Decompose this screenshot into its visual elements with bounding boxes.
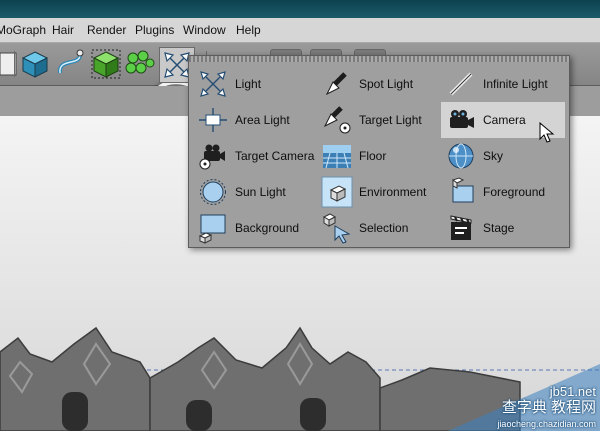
document-icon[interactable]	[0, 47, 20, 81]
palette-item-foreground[interactable]: Foreground	[441, 174, 565, 210]
area-light-icon	[197, 104, 229, 136]
palette-item-label: Sky	[483, 149, 504, 163]
selection-icon	[321, 212, 353, 244]
menu-mograph[interactable]: MoGraph	[0, 23, 46, 37]
palette-item-label: Target Camera	[235, 149, 315, 163]
watermark-text: 查字典 教程网	[501, 399, 596, 416]
palette-item-stage[interactable]: Stage	[441, 210, 565, 246]
target-light-icon	[321, 104, 353, 136]
menu-render[interactable]: Render	[87, 23, 126, 37]
foreground-icon	[445, 176, 477, 208]
palette-item-floor[interactable]: Floor	[317, 138, 441, 174]
palette-item-label: Floor	[359, 149, 387, 163]
spot-light-icon	[321, 68, 353, 100]
palette-item-spot-light[interactable]: Spot Light	[317, 66, 441, 102]
target-camera-icon	[197, 140, 229, 172]
palette-item-label: Stage	[483, 221, 515, 235]
watermark-text: jiaocheng.chazidian.com	[497, 419, 596, 429]
spline-icon[interactable]	[54, 47, 88, 81]
light-icon	[197, 68, 229, 100]
sky-icon	[445, 140, 477, 172]
palette-item-environment[interactable]: Environment	[317, 174, 441, 210]
scene-objects-palette: Light Spot Light Infinite Light Area Lig…	[188, 55, 570, 248]
menu-plugins[interactable]: Plugins	[135, 23, 174, 37]
menu-bar: MoGraph Hair Render Plugins Window Help	[0, 18, 600, 43]
palette-item-background[interactable]: Background	[193, 210, 317, 246]
menu-window[interactable]: Window	[183, 23, 226, 37]
palette-item-selection[interactable]: Selection	[317, 210, 441, 246]
palette-item-label: Background	[235, 221, 300, 235]
palette-item-label: Foreground	[483, 185, 546, 199]
palette-item-infinite-light[interactable]: Infinite Light	[441, 66, 565, 102]
floor-icon	[321, 140, 353, 172]
palette-item-target-camera[interactable]: Target Camera	[193, 138, 317, 174]
nurbs-icon[interactable]	[89, 47, 123, 81]
window-title-bar	[0, 0, 600, 18]
site-watermark: jb51.net 查字典 教程网 jiaocheng.chazidian.com	[466, 384, 596, 429]
mouse-cursor-icon	[539, 121, 555, 144]
palette-item-label: Camera	[483, 113, 526, 127]
palette-item-light[interactable]: Light	[193, 66, 317, 102]
palette-item-sun-light[interactable]: Sun Light	[193, 174, 317, 210]
menu-hair[interactable]: Hair	[52, 23, 74, 37]
palette-item-label: Sun Light	[235, 185, 286, 199]
environment-icon	[321, 176, 353, 208]
palette-item-label: Selection	[359, 221, 409, 235]
palette-item-label: Area Light	[235, 113, 290, 127]
array-icon[interactable]	[122, 47, 156, 81]
palette-item-label: Spot Light	[359, 77, 414, 91]
sun-light-icon	[197, 176, 229, 208]
palette-item-area-light[interactable]: Area Light	[193, 102, 317, 138]
menu-help[interactable]: Help	[236, 23, 261, 37]
palette-item-label: Target Light	[359, 113, 422, 127]
cube-icon[interactable]	[18, 47, 52, 81]
stage-icon	[445, 212, 477, 244]
background-icon	[197, 212, 229, 244]
palette-item-label: Light	[235, 77, 262, 91]
infinite-light-icon	[445, 68, 477, 100]
palette-drag-handle[interactable]	[189, 56, 569, 62]
palette-item-target-light[interactable]: Target Light	[317, 102, 441, 138]
palette-item-label: Infinite Light	[483, 77, 548, 91]
camera-icon	[445, 104, 477, 136]
toolbar-separator	[14, 51, 15, 77]
palette-item-label: Environment	[359, 185, 427, 199]
